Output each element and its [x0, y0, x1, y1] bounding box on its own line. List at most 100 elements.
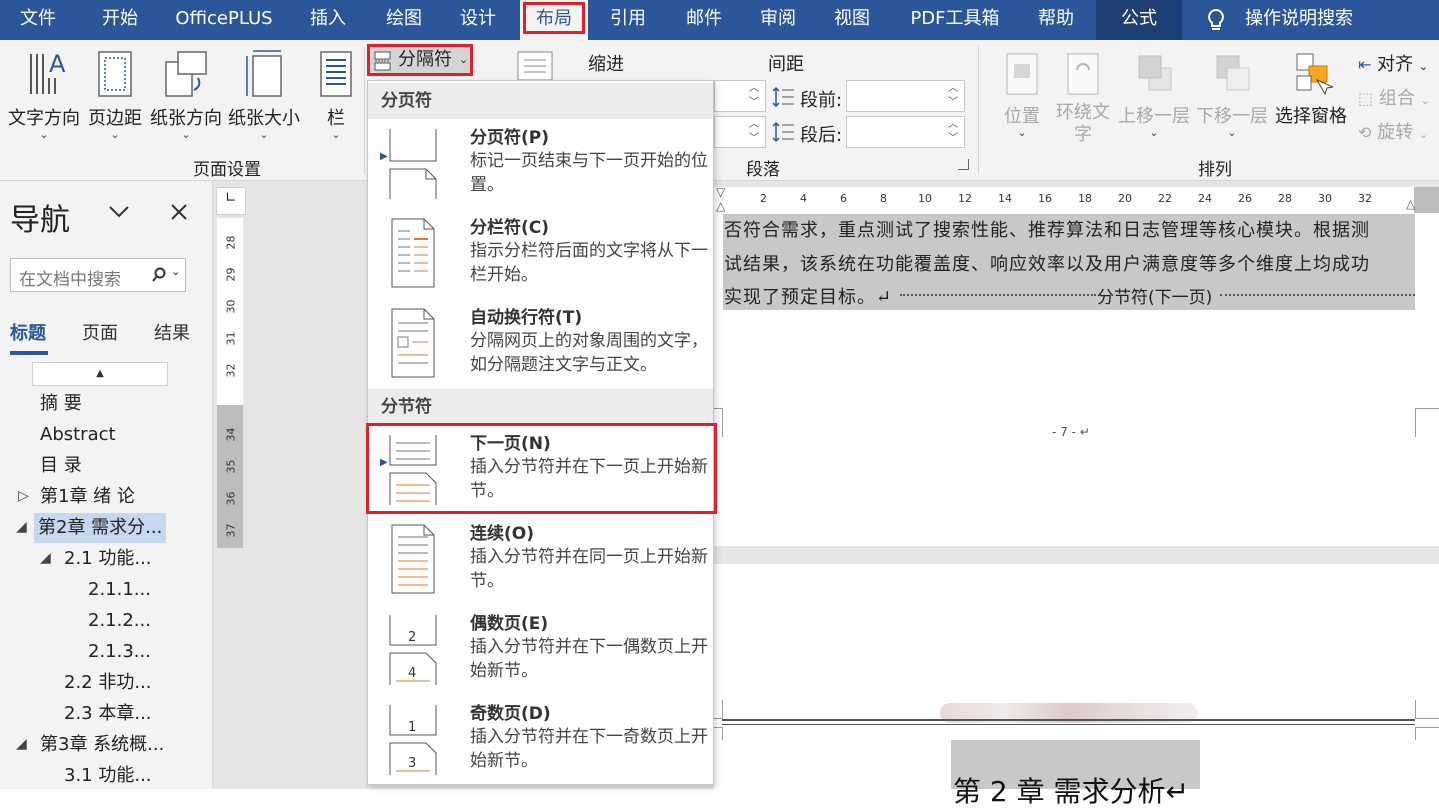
tab-mailings[interactable]: 邮件	[676, 0, 732, 40]
chapter-heading[interactable]: 第 2 章 需求分析↵	[953, 770, 1189, 810]
group-button[interactable]: ⬚ 组合 ⌄	[1358, 84, 1430, 110]
nav-scroll-up-button[interactable]: ▲	[32, 362, 168, 386]
wrap-text-icon	[1067, 53, 1099, 95]
expand-triangle-icon[interactable]: ▷	[18, 488, 29, 504]
tab-review[interactable]: 审阅	[752, 0, 804, 40]
nav-heading-item[interactable]: 目 录	[40, 451, 82, 481]
nav-tab-pages[interactable]: 页面	[82, 319, 118, 345]
send-backward-button[interactable]: 下移一层 ⌄	[1194, 50, 1270, 138]
ruler-number: 12	[958, 192, 972, 205]
tab-references[interactable]: 引用	[602, 0, 654, 40]
nav-heading-item[interactable]: 第3章 系统概...	[40, 730, 164, 760]
nav-heading-item[interactable]: 2.1 功能...	[64, 544, 152, 574]
position-label: 位置	[1004, 106, 1040, 127]
spin-up-icon[interactable]: ︿	[749, 83, 759, 95]
tab-formula[interactable]: 公式	[1096, 0, 1182, 40]
tab-home[interactable]: 开始	[94, 0, 146, 40]
menu-item-title: 奇数页(D)	[470, 704, 551, 724]
spin-down-icon[interactable]: ﹀	[749, 97, 759, 109]
menu-item-text-wrapping-break[interactable]: 自动换行符(T) 分隔网页上的对象周围的文字，如分隔题注文字与正文。	[368, 299, 713, 389]
nav-heading-item[interactable]: 2.3 本章...	[64, 699, 152, 729]
margins-button[interactable]: 页边距 ⌄	[84, 48, 146, 140]
nav-tab-results[interactable]: 结果	[154, 319, 190, 345]
ruler-number: 35	[224, 459, 238, 474]
nav-tab-indicator	[10, 351, 48, 355]
text-direction-icon: A	[30, 50, 66, 94]
section-break-line	[900, 294, 1096, 296]
nav-search-input[interactable]: 在文档中搜索 ⌄	[10, 258, 186, 292]
collapse-triangle-icon[interactable]: ◢	[40, 550, 51, 566]
next-page-highlight-box	[366, 423, 717, 514]
indent-left-input[interactable]: ︿ ﹀	[714, 80, 766, 112]
nav-heading-item-selected[interactable]: 第2章 需求分...	[34, 513, 167, 543]
breaks-button[interactable]: 分隔符 ⌄	[367, 44, 473, 76]
space-after-input[interactable]: ︿ ﹀	[846, 116, 965, 148]
orientation-button[interactable]: 纸张方向 ⌄	[148, 48, 224, 140]
menu-item-even-page[interactable]: 2 4 偶数页(E) 插入分节符并在下一偶数页上开始新节。	[368, 605, 713, 695]
nav-heading-item[interactable]: Abstract	[40, 420, 116, 450]
tab-layout[interactable]: 布局	[520, 0, 588, 40]
collapse-triangle-icon[interactable]: ◢	[16, 736, 27, 752]
tab-help[interactable]: 帮助	[1030, 0, 1082, 40]
horizontal-ruler[interactable]: ▽ △ 2 4 6 8 10 12 14 16 18 20 22 24 26 2…	[714, 185, 1439, 213]
tab-view[interactable]: 视图	[826, 0, 878, 40]
doc-paragraph-line[interactable]: 实现了预定目标。↵	[724, 283, 892, 309]
send-backward-icon	[1216, 55, 1250, 91]
nav-heading-item[interactable]: 2.2 非功...	[64, 668, 152, 698]
spin-up-icon[interactable]: ︿	[948, 119, 958, 131]
spin-up-icon[interactable]: ︿	[749, 119, 759, 131]
chevron-down-icon[interactable]: ⌄	[171, 265, 180, 278]
tab-selector-button[interactable]: ∟	[216, 187, 246, 215]
menu-item-page-break[interactable]: ▶ 分页符(P) 标记一页结束与下一页开始的位置。	[368, 119, 713, 209]
text-direction-label: 文字方向	[8, 108, 80, 129]
rotate-button[interactable]: ⟲ 旋转 ⌄	[1358, 118, 1428, 144]
spin-down-icon[interactable]: ﹀	[749, 133, 759, 145]
breaks-label: 分隔符	[398, 49, 452, 70]
bring-forward-button[interactable]: 上移一层 ⌄	[1116, 50, 1192, 138]
right-indent-marker[interactable]: △	[1406, 197, 1415, 211]
text-direction-button[interactable]: A 文字方向 ⌄	[6, 48, 82, 140]
tab-officeplus[interactable]: OfficePLUS	[170, 0, 278, 40]
left-indent-marker[interactable]: △	[716, 199, 725, 213]
spin-up-icon[interactable]: ︿	[948, 83, 958, 95]
menu-item-description: 插入分节符并在同一页上开始新节。	[470, 547, 708, 591]
tab-insert[interactable]: 插入	[300, 0, 356, 40]
collapse-triangle-icon[interactable]: ◢	[16, 519, 27, 535]
dialog-launcher-icon[interactable]	[958, 159, 969, 170]
nav-heading-item[interactable]: 摘 要	[40, 389, 82, 419]
menu-item-column-break[interactable]: 分栏符(C) 指示分栏符后面的文字将从下一栏开始。	[368, 209, 713, 299]
spin-down-icon[interactable]: ﹀	[948, 97, 958, 109]
tab-design[interactable]: 设计	[450, 0, 506, 40]
columns-label: 栏	[327, 108, 345, 129]
size-button[interactable]: 纸张大小 ⌄	[226, 48, 302, 140]
spin-down-icon[interactable]: ﹀	[948, 133, 958, 145]
menu-item-odd-page[interactable]: 1 3 奇数页(D) 插入分节符并在下一奇数页上开始新节。	[368, 695, 713, 785]
page-breaks-section-header: 分页符	[368, 83, 713, 119]
menu-item-title: 偶数页(E)	[470, 614, 549, 634]
tab-pdf-tools[interactable]: PDF工具箱	[902, 0, 1008, 40]
chevron-down-icon[interactable]	[108, 205, 130, 219]
ruler-number: 22	[1158, 192, 1172, 205]
search-icon[interactable]	[151, 267, 167, 283]
nav-heading-item[interactable]: 2.1.3...	[88, 637, 151, 667]
nav-heading-item[interactable]: 2.1.2...	[88, 606, 151, 636]
wrap-text-button[interactable]: 环绕文字	[1054, 50, 1112, 146]
space-before-input[interactable]: ︿ ﹀	[846, 80, 965, 112]
indent-right-input[interactable]: ︿ ﹀	[714, 116, 766, 148]
doc-paragraph-line[interactable]: 试结果，该系统在功能覆盖度、响应效率以及用户满意度等多个维度上均成功	[724, 250, 1370, 276]
close-icon[interactable]	[170, 203, 188, 221]
tab-file[interactable]: 文件	[12, 0, 64, 40]
menu-item-continuous[interactable]: 连续(O) 插入分节符并在同一页上开始新节。	[368, 515, 713, 605]
tab-draw[interactable]: 绘图	[376, 0, 432, 40]
selection-pane-button[interactable]: 选择窗格	[1272, 50, 1350, 128]
align-button[interactable]: ⇤ 对齐 ⌄	[1358, 50, 1428, 76]
doc-paragraph-line[interactable]: 否符合需求，重点测试了搜索性能、推荐算法和日志管理等核心模块。根据测	[724, 216, 1370, 242]
position-button[interactable]: 位置 ⌄	[996, 50, 1048, 138]
nav-tab-headings[interactable]: 标题	[10, 319, 46, 345]
first-line-indent-marker[interactable]: ▽	[716, 185, 725, 199]
chevron-down-icon: ⌄	[1418, 128, 1429, 141]
nav-heading-item[interactable]: 3.1 功能...	[64, 761, 152, 791]
columns-button[interactable]: 栏 ⌄	[314, 48, 358, 140]
nav-heading-item[interactable]: 第1章 绪 论	[40, 482, 135, 512]
nav-heading-item[interactable]: 2.1.1...	[88, 575, 151, 605]
